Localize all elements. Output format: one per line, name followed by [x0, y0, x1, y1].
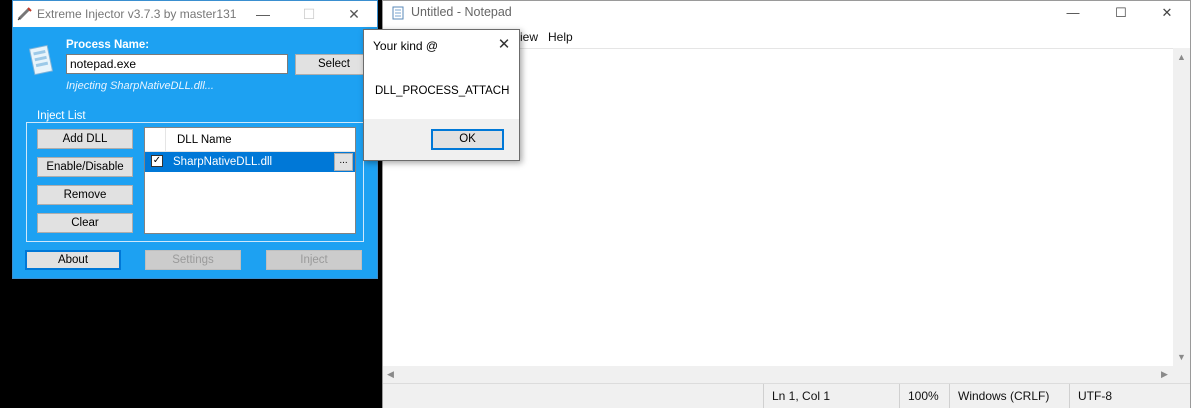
injector-window: Extreme Injector v3.7.3 by master131 — ☐…	[12, 0, 378, 279]
syringe-icon	[17, 7, 32, 21]
message-box-title: Your kind @	[373, 39, 439, 53]
close-button[interactable]: ✕	[332, 1, 376, 27]
notepad-titlebar[interactable]: Untitled - Notepad — ☐ ✕	[383, 1, 1190, 25]
notepad-statusbar: Ln 1, Col 1 100% Windows (CRLF) UTF-8	[383, 383, 1190, 408]
checkbox-column-header	[145, 128, 166, 151]
dll-enabled-checkbox[interactable]: ✓	[151, 155, 163, 167]
maximize-button: ☐	[302, 6, 316, 22]
status-line-ending: Windows (CRLF)	[949, 384, 1069, 408]
inject-button: Inject	[266, 250, 362, 270]
dll-list[interactable]: DLL Name ✓ SharpNativeDLL.dll ...	[144, 127, 356, 234]
scroll-right-icon[interactable]: ▶	[1161, 369, 1168, 380]
remove-button[interactable]: Remove	[37, 185, 133, 205]
close-button[interactable]: ✕	[1144, 1, 1190, 25]
injector-title: Extreme Injector v3.7.3 by master131	[37, 7, 237, 21]
scroll-left-icon[interactable]: ◀	[387, 369, 394, 380]
enable-disable-button[interactable]: Enable/Disable	[37, 157, 133, 177]
menu-view[interactable]: iew	[520, 30, 538, 44]
add-dll-button[interactable]: Add DLL	[37, 129, 133, 149]
dll-name-column-header[interactable]: DLL Name	[177, 134, 232, 146]
inject-list-label: Inject List	[34, 110, 89, 122]
dll-list-header: DLL Name	[145, 128, 355, 152]
scrollbar-corner	[1173, 366, 1190, 383]
scroll-down-icon[interactable]: ▼	[1177, 352, 1186, 362]
maximize-button[interactable]: ☐	[1098, 1, 1144, 25]
dll-list-row[interactable]: ✓ SharpNativeDLL.dll ...	[145, 152, 355, 172]
notepad-title: Untitled - Notepad	[411, 5, 512, 19]
scroll-up-icon[interactable]: ▲	[1177, 52, 1186, 62]
dll-options-button[interactable]: ...	[334, 153, 353, 171]
injector-titlebar[interactable]: Extreme Injector v3.7.3 by master131 — ☐…	[13, 1, 377, 27]
dll-name: SharpNativeDLL.dll	[173, 156, 273, 168]
status-encoding: UTF-8	[1069, 384, 1190, 408]
message-box-titlebar[interactable]: Your kind @ ✕	[364, 30, 519, 60]
message-box-footer: OK	[364, 119, 519, 160]
select-button[interactable]: Select	[295, 54, 373, 75]
minimize-button[interactable]: —	[1050, 1, 1096, 25]
ok-button[interactable]: OK	[431, 129, 504, 150]
clear-button[interactable]: Clear	[37, 213, 133, 233]
process-name-input[interactable]: notepad.exe	[66, 54, 288, 74]
notepad-icon	[392, 6, 404, 20]
status-position: Ln 1, Col 1	[763, 384, 899, 408]
process-name-label: Process Name:	[66, 39, 150, 51]
menu-help[interactable]: Help	[548, 30, 573, 44]
close-button[interactable]: ✕	[493, 35, 515, 55]
injection-status: Injecting SharpNativeDLL.dll...	[66, 80, 214, 92]
vertical-scrollbar[interactable]: ▲ ▼	[1173, 48, 1190, 366]
status-zoom: 100%	[899, 384, 949, 408]
message-text: DLL_PROCESS_ATTACH	[375, 85, 510, 97]
injector-logo-icon	[28, 44, 54, 76]
horizontal-scrollbar[interactable]: ◀ ▶	[383, 366, 1173, 383]
settings-button: Settings	[145, 250, 241, 270]
message-box-dialog: Your kind @ ✕ DLL_PROCESS_ATTACH OK	[363, 29, 520, 161]
about-button[interactable]: About	[25, 250, 121, 270]
minimize-button[interactable]: —	[241, 1, 285, 27]
